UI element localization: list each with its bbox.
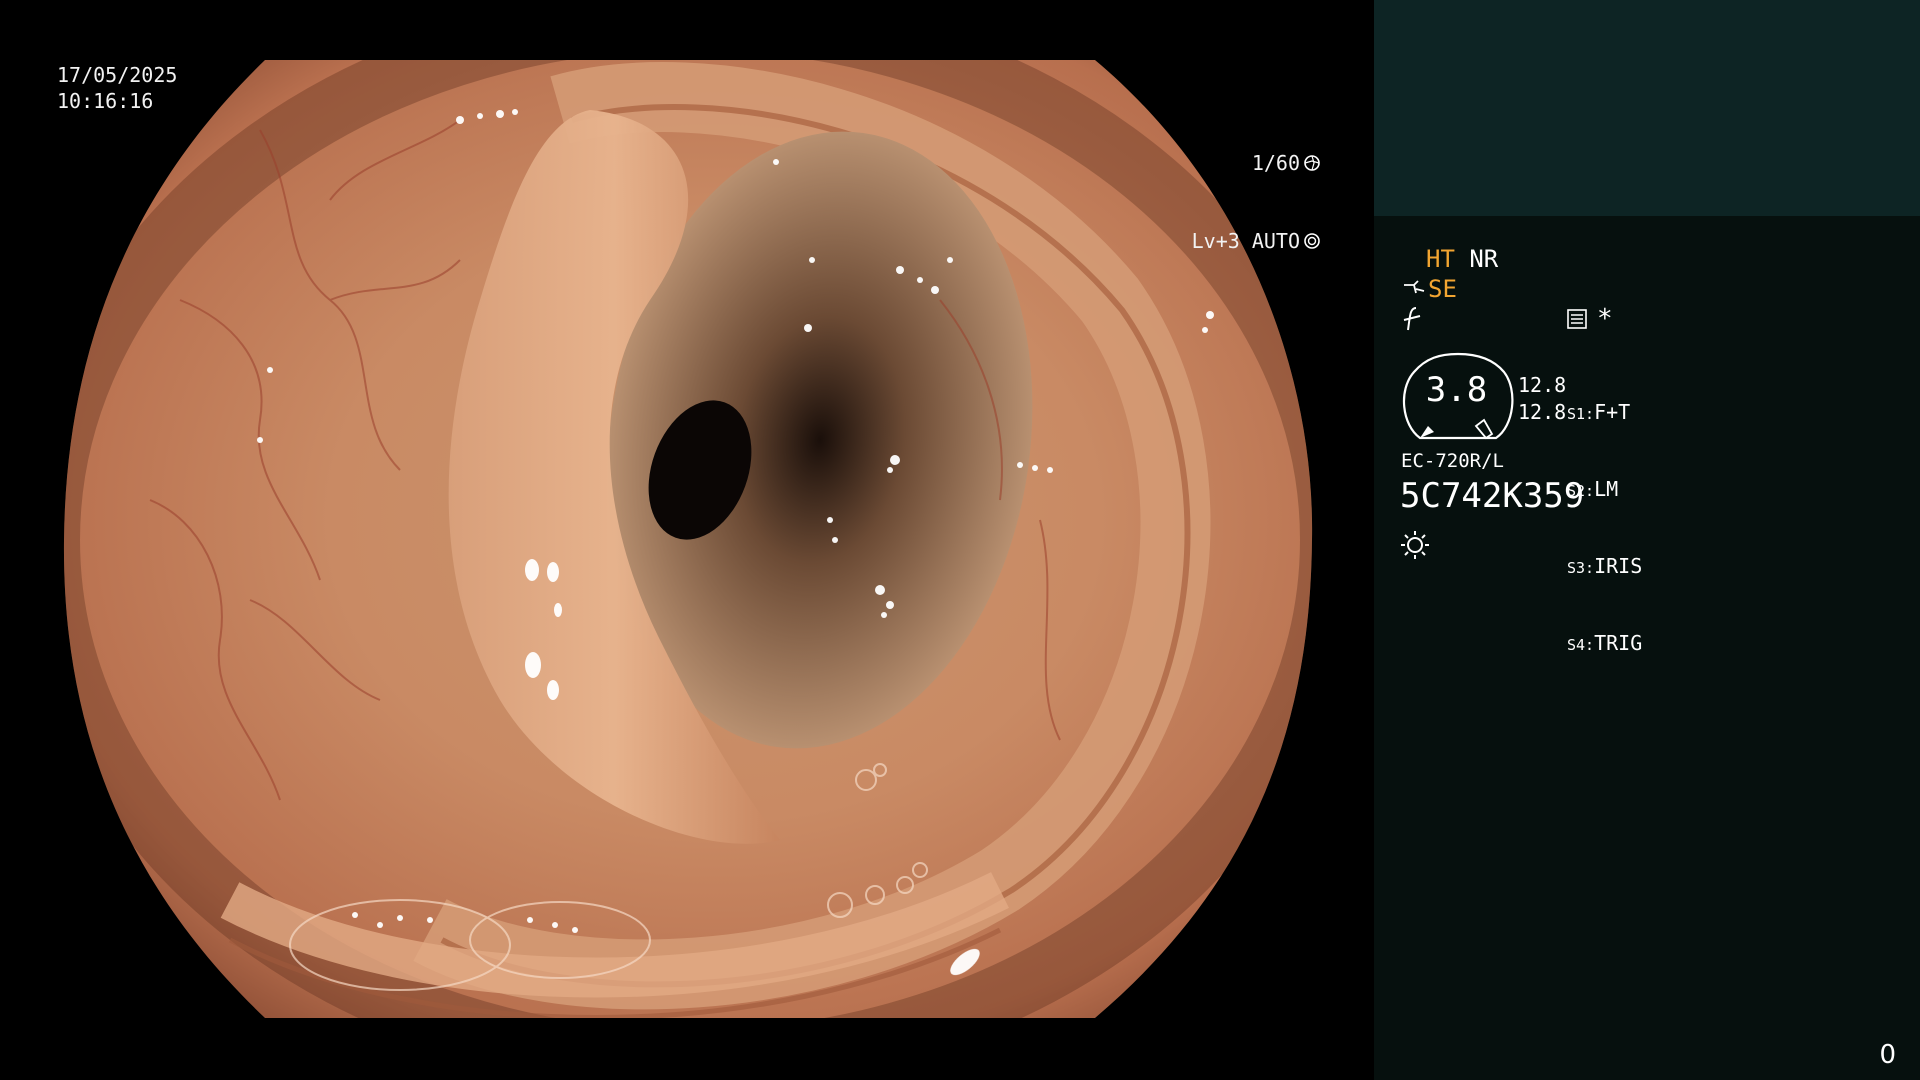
switch-label: IRIS xyxy=(1594,554,1643,578)
switch-row: S4:TRIG xyxy=(1567,631,1642,658)
level-row: Lv+3 AUTO xyxy=(1192,228,1321,254)
misc-icon-row: * xyxy=(1402,304,1622,336)
switch-key: S3: xyxy=(1567,559,1595,577)
mode-ht-label: HT xyxy=(1426,245,1455,273)
pump-icon xyxy=(1404,280,1425,294)
gauge-value: 3.8 xyxy=(1425,370,1488,410)
switch-row: S1:F+T xyxy=(1567,400,1642,427)
shutter-icon xyxy=(1304,155,1320,171)
light-source-icon xyxy=(1401,531,1429,559)
scope-serial: 5C742K359 xyxy=(1400,476,1585,516)
shutter-text: 1/60 xyxy=(1251,151,1300,175)
info-panel: HT NR SE * 3.8 12.8 12.8 S1:F+T S2:LM S3:… xyxy=(1374,0,1920,1080)
star-indicator: * xyxy=(1597,304,1613,334)
image-counter: 0 xyxy=(1879,1040,1896,1070)
switch-key: S4: xyxy=(1567,636,1595,654)
mode-row-ht: HT NR xyxy=(1426,245,1498,273)
value-2: 12.8 xyxy=(1518,400,1567,424)
switch-label: TRIG xyxy=(1594,631,1643,655)
auto-iris-icon xyxy=(1304,233,1320,249)
switch-assignments: S1:F+T S2:LM S3:IRIS S4:TRIG xyxy=(1567,350,1642,708)
level-auto-text: Lv+3 AUTO xyxy=(1191,229,1300,253)
panel-header-area xyxy=(1374,0,1920,216)
mode-nr-label: NR xyxy=(1469,245,1499,273)
mode-se-label: SE xyxy=(1428,275,1457,303)
switch-label: F+T xyxy=(1594,400,1631,424)
value-column: 12.8 12.8 xyxy=(1518,372,1566,426)
shutter-row: 1/60 xyxy=(1192,150,1321,176)
gauge-widget: 3.8 xyxy=(1400,350,1520,444)
edge-enhance-icon xyxy=(1403,307,1421,331)
value-1: 12.8 xyxy=(1518,373,1567,397)
settings-menu-icon xyxy=(1567,309,1587,329)
switch-row: S3:IRIS xyxy=(1567,554,1642,581)
time-text: 10:16:16 xyxy=(57,89,154,113)
scope-model: EC-720R/L xyxy=(1401,450,1504,472)
date-text: 17/05/2025 xyxy=(57,63,178,87)
mode-row-se: SE xyxy=(1402,275,1457,303)
date-time-readout: 17/05/2025 10:16:16 xyxy=(57,62,177,114)
endoscope-view: 17/05/2025 10:16:16 1/60 Lv+3 AUTO xyxy=(0,0,1374,1080)
switch-key: S1: xyxy=(1567,405,1595,423)
exposure-readout: 1/60 Lv+3 AUTO xyxy=(1192,98,1321,306)
switch-label: LM xyxy=(1594,477,1619,501)
endoscope-image xyxy=(63,60,1313,1018)
